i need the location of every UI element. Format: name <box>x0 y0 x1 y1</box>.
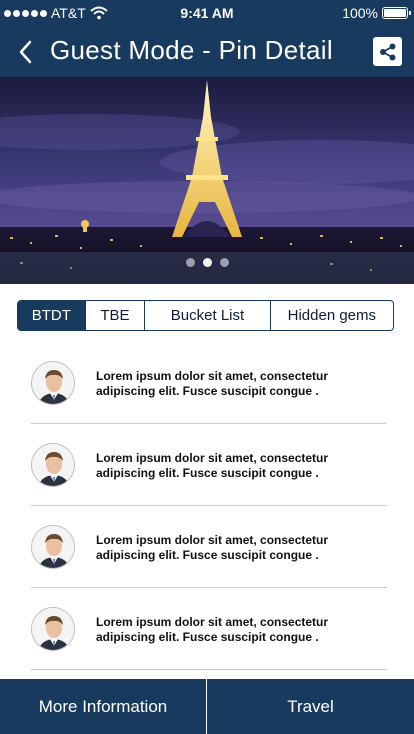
chevron-left-icon <box>19 40 32 64</box>
page-title: Guest Mode - Pin Detail <box>50 35 333 65</box>
more-information-button[interactable]: More Information <box>0 679 207 734</box>
comment-list: Lorem ipsum dolor sit amet, consectetur … <box>31 342 387 670</box>
share-icon <box>379 43 395 60</box>
eiffel-tower-photo <box>0 77 414 284</box>
list-item-text: Lorem ipsum dolor sit amet, consectetur … <box>96 533 329 562</box>
tab-hidden-gems[interactable]: Hidden gems <box>269 301 393 330</box>
avatar <box>31 607 75 651</box>
bottom-action-bar: More Information Travel <box>0 679 414 734</box>
avatar <box>31 525 75 569</box>
nav-bar: Guest Mode - Pin Detail <box>0 26 414 77</box>
avatar <box>31 443 75 487</box>
category-tabs: BTDT TBE Bucket List Hidden gems <box>17 300 394 331</box>
tab-tbe[interactable]: TBE <box>84 301 145 330</box>
travel-button[interactable]: Travel <box>207 679 414 734</box>
battery-icon <box>382 7 411 19</box>
list-item[interactable]: Lorem ipsum dolor sit amet, consectetur … <box>31 424 387 506</box>
pager-dot[interactable] <box>185 258 195 267</box>
pager-dot[interactable] <box>219 258 229 267</box>
list-item-text: Lorem ipsum dolor sit amet, consectetur … <box>96 451 329 480</box>
battery-percent: 100% <box>342 5 378 21</box>
list-item[interactable]: Lorem ipsum dolor sit amet, consectetur … <box>31 342 387 424</box>
list-item-text: Lorem ipsum dolor sit amet, consectetur … <box>96 369 329 398</box>
status-bar: AT&T 9:41 AM 100% <box>0 0 414 26</box>
tab-btdt[interactable]: BTDT <box>18 301 85 330</box>
carousel-pager <box>0 258 414 267</box>
tab-bucket-list[interactable]: Bucket List <box>144 301 269 330</box>
list-item-text: Lorem ipsum dolor sit amet, consectetur … <box>96 615 329 644</box>
share-button[interactable] <box>373 37 402 66</box>
list-item[interactable]: Lorem ipsum dolor sit amet, consectetur … <box>31 506 387 588</box>
pager-dot[interactable] <box>202 258 212 267</box>
avatar <box>31 361 75 405</box>
list-item[interactable]: Lorem ipsum dolor sit amet, consectetur … <box>31 588 387 670</box>
back-button[interactable] <box>12 37 38 67</box>
hero-image[interactable] <box>0 77 414 284</box>
status-right: 100% <box>342 5 411 21</box>
